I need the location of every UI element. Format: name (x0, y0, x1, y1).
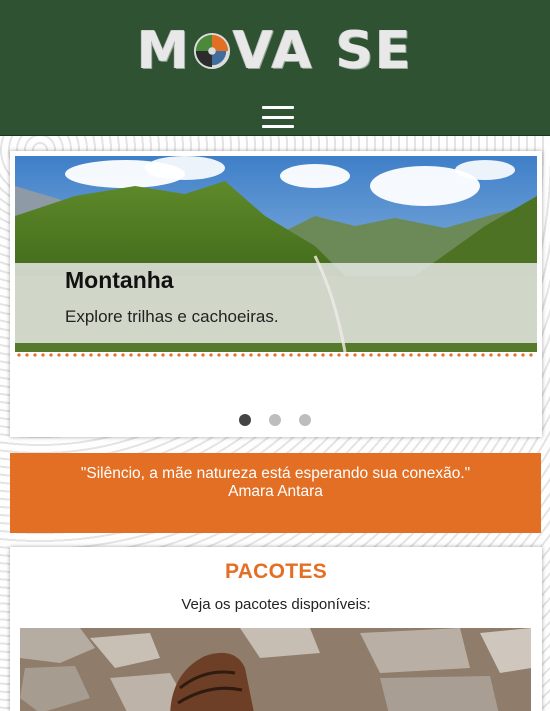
package-card-image[interactable] (20, 628, 531, 711)
quote-banner: "Silêncio, a mãe natureza está esperando… (10, 453, 541, 533)
logo-text-se: SE (335, 21, 413, 81)
carousel-indicator-2[interactable] (269, 414, 281, 426)
packages-title: PACOTES (224, 560, 328, 583)
site-logo[interactable]: M VA SE (0, 21, 550, 81)
hiking-boot-image (20, 628, 531, 711)
quote-author: Amara Antara (228, 483, 323, 500)
quote-text: "Silêncio, a mãe natureza está esperando… (80, 465, 471, 482)
carousel-indicators (239, 414, 311, 426)
packages-section: PACOTES Veja os pacotes disponíveis: (10, 547, 542, 711)
hamburger-menu-icon[interactable] (262, 106, 294, 128)
compass-icon (193, 32, 230, 70)
dotted-divider (15, 352, 537, 358)
carousel-indicator-1[interactable] (239, 414, 251, 426)
packages-subtitle: Veja os pacotes disponíveis: (181, 596, 371, 613)
carousel-indicator-3[interactable] (299, 414, 311, 426)
hero-carousel: Montanha Explore trilhas e cachoeiras. (10, 151, 542, 437)
slide-title: Montanha (65, 267, 174, 293)
slide-description: Explore trilhas e cachoeiras. (65, 307, 279, 326)
site-header: M VA SE (0, 0, 550, 136)
carousel-slide[interactable]: Montanha Explore trilhas e cachoeiras. (15, 156, 537, 352)
logo-text-va: VA (232, 21, 314, 81)
logo-letter-m: M (137, 21, 191, 81)
